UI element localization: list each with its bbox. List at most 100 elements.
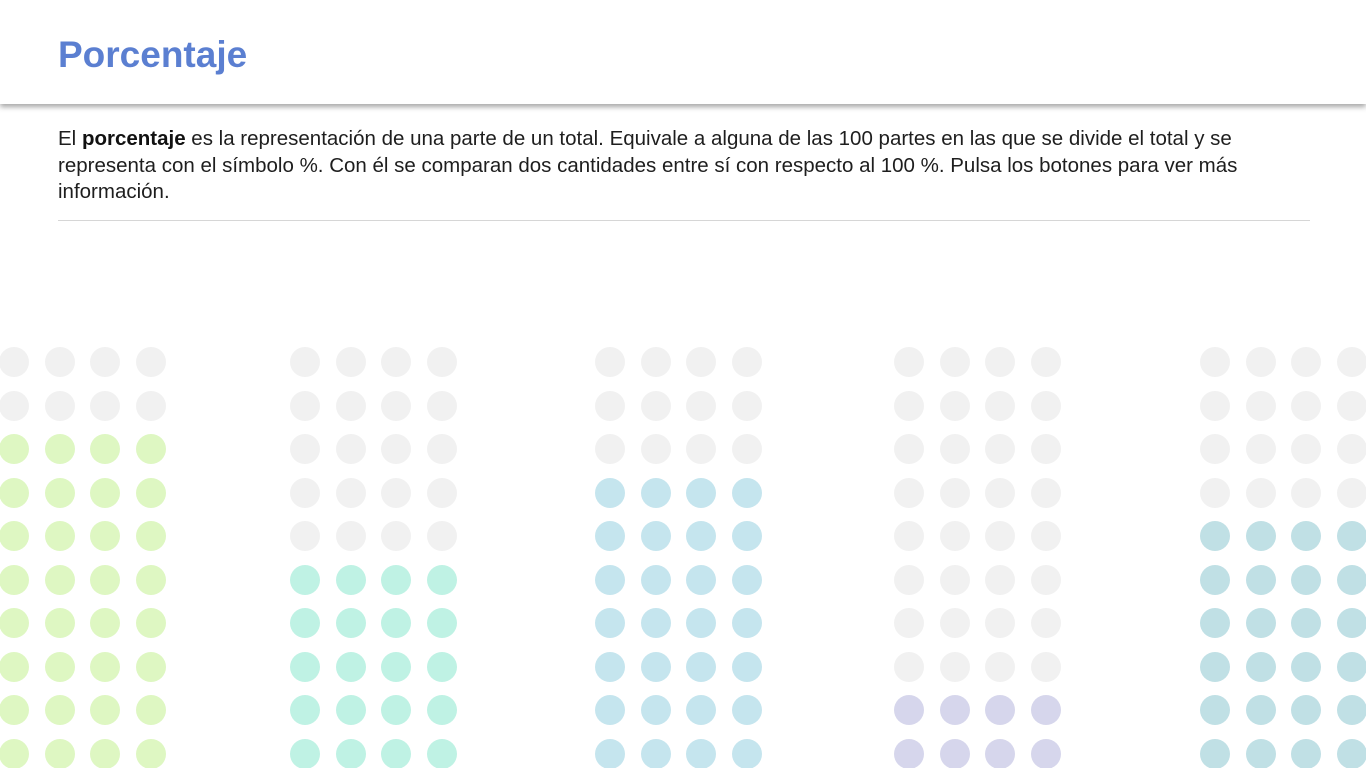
filled-dot	[45, 608, 75, 638]
filled-dot	[1200, 565, 1230, 595]
filled-dot	[732, 652, 762, 682]
filled-dot	[1200, 652, 1230, 682]
filled-dot	[90, 521, 120, 551]
empty-dot	[940, 391, 970, 421]
filled-dot	[686, 565, 716, 595]
filled-dot	[732, 739, 762, 768]
empty-dot	[894, 608, 924, 638]
dot-group-button-2[interactable]	[290, 340, 472, 768]
empty-dot	[1031, 347, 1061, 377]
filled-dot	[894, 695, 924, 725]
empty-dot	[381, 521, 411, 551]
empty-dot	[686, 347, 716, 377]
empty-dot	[940, 521, 970, 551]
empty-dot	[381, 347, 411, 377]
empty-dot	[732, 347, 762, 377]
intro-keyword: porcentaje	[81, 127, 186, 150]
empty-dot	[1246, 391, 1276, 421]
filled-dot	[290, 608, 320, 638]
empty-dot	[595, 347, 625, 377]
filled-dot	[0, 565, 29, 595]
empty-dot	[290, 434, 320, 464]
filled-dot	[641, 695, 671, 725]
filled-dot	[381, 565, 411, 595]
empty-dot	[90, 347, 120, 377]
filled-dot	[45, 739, 75, 768]
filled-dot	[1246, 739, 1276, 768]
empty-dot	[686, 434, 716, 464]
filled-dot	[381, 739, 411, 768]
filled-dot	[686, 695, 716, 725]
page-title: Porcentaje	[58, 34, 248, 75]
empty-dot	[336, 391, 366, 421]
empty-dot	[985, 434, 1015, 464]
filled-dot	[641, 652, 671, 682]
filled-dot	[595, 478, 625, 508]
filled-dot	[136, 739, 166, 768]
filled-dot	[90, 478, 120, 508]
filled-dot	[1337, 565, 1366, 595]
filled-dot	[381, 695, 411, 725]
filled-dot	[45, 434, 75, 464]
filled-dot	[686, 521, 716, 551]
filled-dot	[732, 608, 762, 638]
intro-text: El porcentaje es la representación de un…	[58, 126, 1298, 206]
dot-group-button-4[interactable]	[894, 340, 1076, 768]
filled-dot	[90, 434, 120, 464]
empty-dot	[894, 347, 924, 377]
empty-dot	[290, 478, 320, 508]
empty-dot	[0, 347, 29, 377]
filled-dot	[336, 695, 366, 725]
filled-dot	[45, 565, 75, 595]
divider	[58, 220, 1310, 221]
empty-dot	[45, 391, 75, 421]
empty-dot	[641, 434, 671, 464]
filled-dot	[1031, 695, 1061, 725]
empty-dot	[894, 652, 924, 682]
empty-dot	[290, 347, 320, 377]
dot-buttons-area	[0, 340, 1366, 768]
filled-dot	[136, 478, 166, 508]
filled-dot	[90, 739, 120, 768]
dot-group-button-3[interactable]	[595, 340, 777, 768]
filled-dot	[686, 478, 716, 508]
filled-dot	[136, 652, 166, 682]
filled-dot	[427, 739, 457, 768]
filled-dot	[1246, 521, 1276, 551]
filled-dot	[136, 434, 166, 464]
filled-dot	[381, 608, 411, 638]
empty-dot	[1200, 434, 1230, 464]
empty-dot	[381, 391, 411, 421]
empty-dot	[1246, 347, 1276, 377]
filled-dot	[686, 739, 716, 768]
dot-group-button-5[interactable]	[1200, 340, 1366, 768]
empty-dot	[1031, 565, 1061, 595]
filled-dot	[1337, 739, 1366, 768]
empty-dot	[427, 478, 457, 508]
empty-dot	[894, 391, 924, 421]
filled-dot	[1291, 565, 1321, 595]
empty-dot	[985, 347, 1015, 377]
empty-dot	[1200, 347, 1230, 377]
filled-dot	[0, 608, 29, 638]
empty-dot	[1337, 478, 1366, 508]
empty-dot	[985, 565, 1015, 595]
dot-group-button-1[interactable]	[0, 340, 181, 768]
filled-dot	[290, 739, 320, 768]
filled-dot	[45, 695, 75, 725]
filled-dot	[894, 739, 924, 768]
filled-dot	[45, 478, 75, 508]
filled-dot	[0, 478, 29, 508]
filled-dot	[290, 695, 320, 725]
filled-dot	[0, 434, 29, 464]
empty-dot	[894, 521, 924, 551]
empty-dot	[427, 434, 457, 464]
filled-dot	[1291, 521, 1321, 551]
filled-dot	[732, 695, 762, 725]
filled-dot	[940, 695, 970, 725]
filled-dot	[336, 739, 366, 768]
empty-dot	[1291, 478, 1321, 508]
empty-dot	[1031, 521, 1061, 551]
empty-dot	[1291, 391, 1321, 421]
empty-dot	[427, 347, 457, 377]
